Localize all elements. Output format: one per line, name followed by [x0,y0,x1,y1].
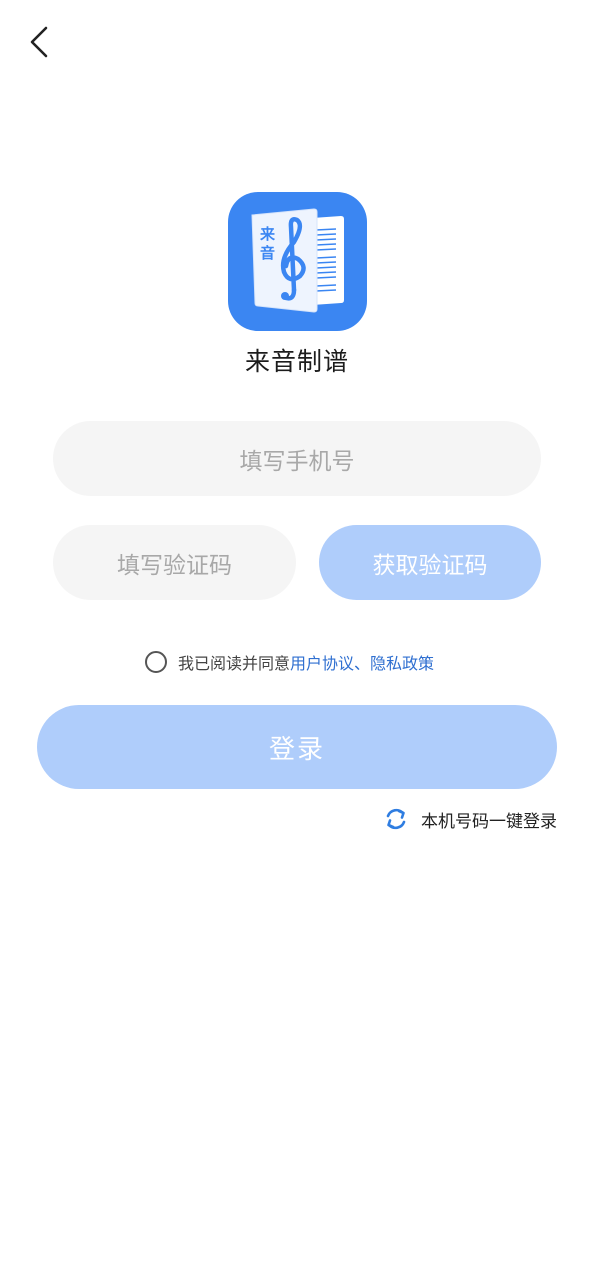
refresh-icon [386,808,406,830]
chevron-left-icon [30,26,48,58]
agreement-checkbox[interactable] [145,651,167,673]
agreement-row: 我已阅读并同意 用户协议 、 隐私政策 [145,649,434,675]
back-button[interactable] [22,22,58,62]
login-button[interactable]: 登录 [37,705,557,789]
user-agreement-link[interactable]: 用户协议 [290,650,354,674]
one-key-login-button[interactable]: 本机号码一键登录 [383,806,557,832]
get-code-button[interactable]: 获取验证码 [319,525,541,600]
app-icon-char-2: 音 [260,244,276,262]
verification-code-input[interactable]: 填写验证码 [53,525,296,600]
privacy-policy-link[interactable]: 隐私政策 [370,650,434,674]
login-page: 来 音 来音制谱 填写手机号 填写验证码 获取验证码 我已阅读并同意 用户协议 … [0,0,594,1280]
agreement-separator: 、 [354,654,371,673]
one-key-login-label: 本机号码一键登录 [421,811,557,832]
app-icon-char-1: 来 [260,225,276,243]
agreement-prefix: 我已阅读并同意 [178,654,291,673]
app-name: 来音制谱 [244,347,349,376]
app-logo-icon: 来 音 [228,192,367,331]
phone-input[interactable]: 填写手机号 [53,421,541,496]
